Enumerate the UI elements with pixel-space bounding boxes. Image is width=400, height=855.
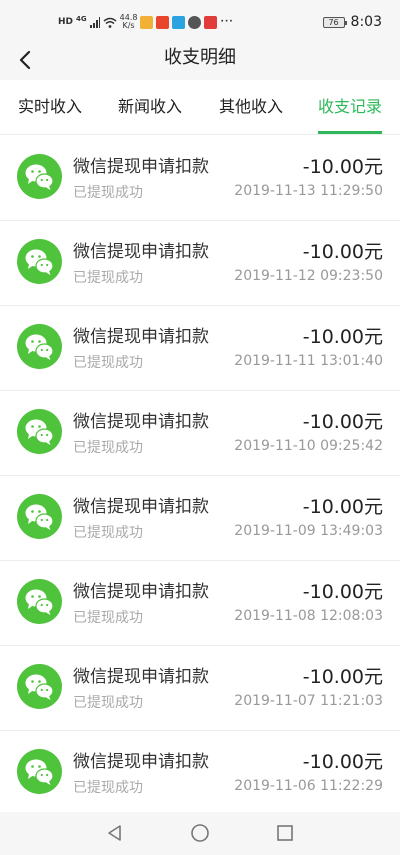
record-status: 已提现成功: [73, 185, 143, 201]
wechat-icon: [17, 324, 62, 369]
wechat-icon: [17, 494, 62, 539]
back-triangle-icon: [108, 825, 121, 841]
record-title: 微信提现申请扣款: [73, 157, 209, 177]
wechat-icon: [17, 239, 62, 284]
wechat-icon: [17, 664, 62, 709]
record-amount: -10.00元: [302, 411, 383, 433]
record-row[interactable]: 微信提现申请扣款已提现成功 -10.00元 2019-11-12 09:23:50: [0, 221, 400, 306]
record-status: 已提现成功: [73, 610, 143, 626]
nav-back-button[interactable]: [104, 822, 126, 844]
record-row[interactable]: 微信提现申请扣款已提现成功 -10.00元 2019-11-07 11:21:03: [0, 646, 400, 731]
record-title: 微信提现申请扣款: [73, 497, 209, 517]
record-row[interactable]: 微信提现申请扣款已提现成功 -10.00元 2019-11-11 13:01:40: [0, 306, 400, 391]
record-row[interactable]: 微信提现申请扣款已提现成功 -10.00元 2019-11-08 12:08:03: [0, 561, 400, 646]
nav-recents-button[interactable]: [274, 822, 296, 844]
tab-other-income[interactable]: 其他收入: [219, 80, 283, 135]
status-icons-left: HD 4G 44.8 K/s ···: [58, 12, 234, 32]
record-time: 2019-11-11 13:01:40: [234, 353, 383, 369]
more-icon: ···: [220, 16, 234, 27]
record-time: 2019-11-12 09:23:50: [234, 268, 383, 284]
app-notification-icon: [156, 15, 170, 29]
record-time: 2019-11-07 11:21:03: [234, 693, 383, 709]
network-speed: 44.8 K/s: [120, 14, 138, 30]
record-time: 2019-11-09 13:49:03: [234, 523, 383, 539]
signal-icon: [89, 13, 100, 32]
clock: 8:03: [350, 14, 382, 30]
telegram-icon: [172, 15, 186, 29]
record-amount: -10.00元: [302, 326, 383, 348]
speed-unit: K/s: [122, 21, 135, 30]
record-title: 微信提现申请扣款: [73, 582, 209, 602]
record-row[interactable]: 微信提现申请扣款已提现成功 -10.00元 2019-11-13 11:29:50: [0, 136, 400, 221]
record-amount: -10.00元: [302, 156, 383, 178]
record-status: 已提现成功: [73, 695, 143, 711]
record-amount: -10.00元: [302, 666, 383, 688]
tab-realtime-income[interactable]: 实时收入: [18, 80, 82, 135]
mute-icon: [188, 15, 202, 29]
wechat-icon: [17, 154, 62, 199]
record-status: 已提现成功: [73, 440, 143, 456]
home-circle-icon: [191, 824, 209, 842]
record-row[interactable]: 微信提现申请扣款已提现成功 -10.00元 2019-11-09 13:49:03: [0, 476, 400, 561]
battery-icon: 76: [322, 16, 347, 28]
status-icons-right: 76 8:03: [322, 12, 382, 32]
nav-home-button[interactable]: [189, 822, 211, 844]
record-amount: -10.00元: [302, 581, 383, 603]
record-amount: -10.00元: [302, 496, 383, 518]
tab-records[interactable]: 收支记录: [318, 80, 382, 135]
record-title: 微信提现申请扣款: [73, 752, 209, 772]
wechat-icon: [17, 409, 62, 454]
network-type: 4G: [76, 14, 87, 23]
record-status: 已提现成功: [73, 780, 143, 796]
record-amount: -10.00元: [302, 241, 383, 263]
record-title: 微信提现申请扣款: [73, 667, 209, 687]
wechat-icon: [17, 749, 62, 794]
tab-news-income[interactable]: 新闻收入: [118, 80, 182, 135]
battery-level: 76: [328, 17, 339, 27]
title-bar: 收支明细: [0, 40, 400, 80]
record-time: 2019-11-10 09:25:42: [234, 438, 383, 454]
page-title: 收支明细: [164, 47, 236, 68]
record-time: 2019-11-08 12:08:03: [234, 608, 383, 624]
record-row[interactable]: 微信提现申请扣款已提现成功 -10.00元 2019-11-06 11:22:29: [0, 731, 400, 816]
record-row[interactable]: 微信提现申请扣款已提现成功 -10.00元 2019-11-10 09:25:42: [0, 391, 400, 476]
record-time: 2019-11-06 11:22:29: [234, 778, 383, 794]
app-notification-icon: [204, 15, 218, 29]
record-status: 已提现成功: [73, 355, 143, 371]
record-amount: -10.00元: [302, 751, 383, 773]
record-status: 已提现成功: [73, 525, 143, 541]
tab-bar: 实时收入 新闻收入 其他收入 收支记录: [0, 80, 400, 135]
record-status: 已提现成功: [73, 270, 143, 286]
record-list: 微信提现申请扣款 已提现成功 -10.00元 2019-11-13 11:29:50 微…: [0, 136, 400, 816]
status-bar: HD 4G 44.8 K/s ··· 76 8:03: [0, 0, 400, 40]
hd-indicator: HD: [58, 16, 74, 27]
wechat-icon: [17, 579, 62, 624]
back-arrow-icon: [19, 50, 31, 70]
record-title: 微信提现申请扣款: [73, 412, 209, 432]
wifi-icon: [103, 13, 117, 32]
app-notification-icon: [140, 15, 154, 29]
system-nav-bar: [0, 812, 400, 855]
record-title: 微信提现申请扣款: [73, 327, 209, 347]
record-title: 微信提现申请扣款: [73, 242, 209, 262]
record-time: 2019-11-13 11:29:50: [234, 183, 383, 199]
recents-square-icon: [277, 825, 293, 841]
back-button[interactable]: [10, 44, 40, 76]
